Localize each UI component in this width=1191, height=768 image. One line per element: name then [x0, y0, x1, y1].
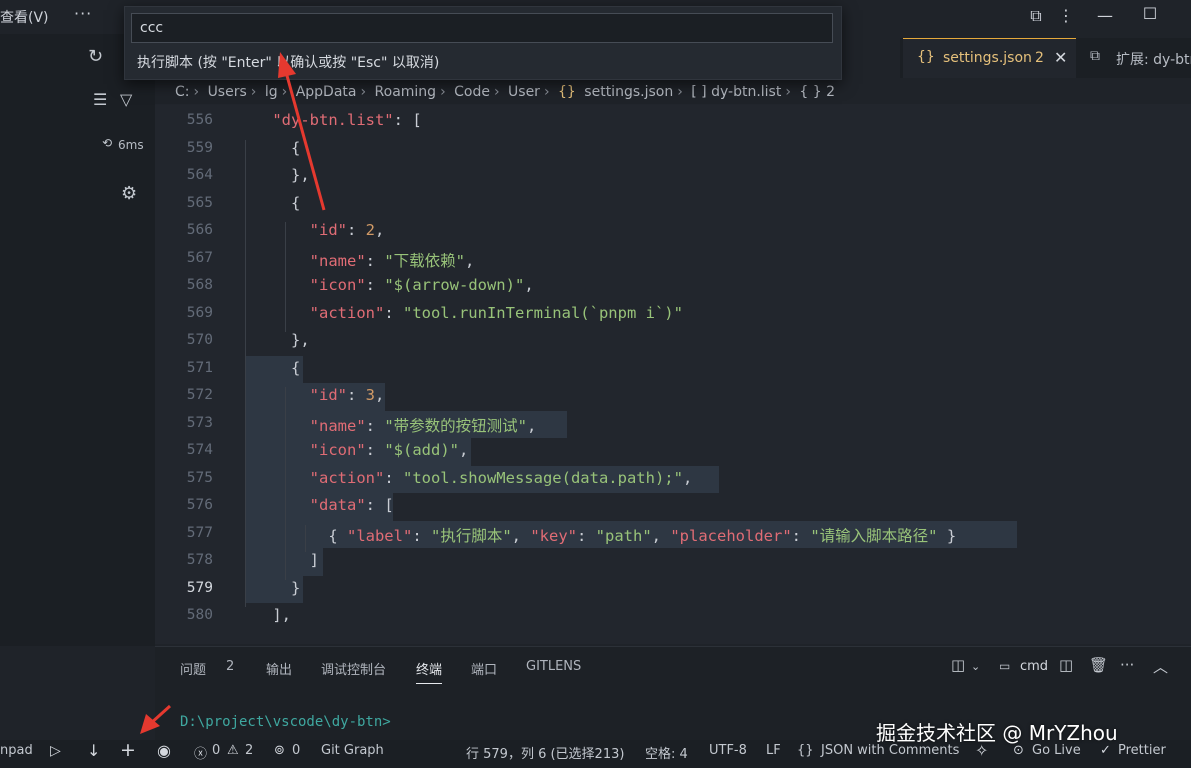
arrow-to-add-button: [140, 704, 172, 734]
arrow-to-quick-message: [278, 52, 326, 211]
annotation-arrows: [140, 52, 326, 734]
